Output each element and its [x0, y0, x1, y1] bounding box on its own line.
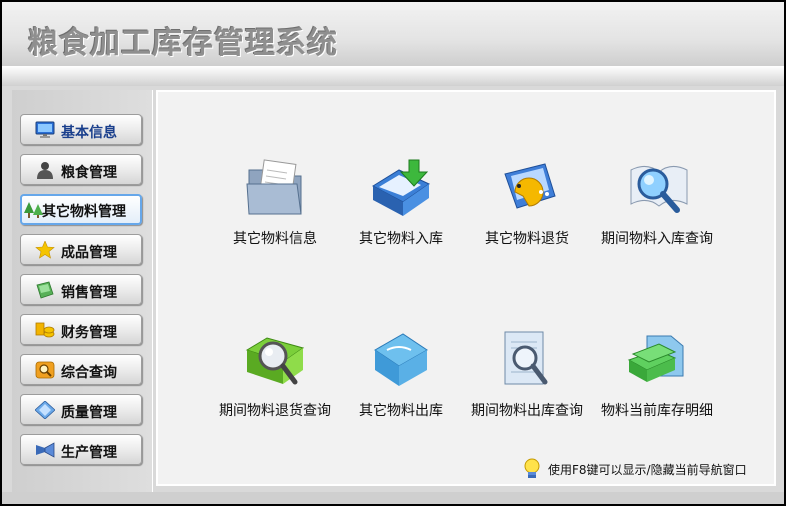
sidebar-item-label: 销售管理: [61, 285, 117, 301]
person-icon: [37, 162, 53, 179]
sidebar-item-label: 质量管理: [61, 405, 117, 421]
sidebar-item-label: 生产管理: [61, 445, 117, 461]
sidebar-item-grain[interactable]: 粮食管理: [20, 154, 142, 185]
sidebar-item-quality[interactable]: 质量管理: [20, 394, 142, 425]
sidebar-item-finance[interactable]: 财务管理: [20, 314, 142, 345]
sidebar-item-label: 其它物料管理: [42, 204, 126, 220]
tile-label: 物料当前库存明细: [601, 403, 713, 419]
tile-label: 期间物料入库查询: [601, 231, 713, 247]
hint-text: 使用F8键可以显示/隐藏当前导航窗口: [548, 463, 747, 477]
sidebar-item-label: 财务管理: [61, 325, 117, 341]
trees-icon: [24, 202, 43, 218]
magnifier-book-icon: [630, 166, 688, 213]
star-icon: [35, 241, 55, 259]
magnifier-page-icon: [504, 331, 548, 385]
sidebar-item-sales[interactable]: 销售管理: [20, 274, 142, 305]
magnifier-box-icon: [245, 337, 305, 385]
green-books-icon: [627, 335, 684, 382]
main-panel: 其它物料信息 其它物料入库 其它物料退货 期间物料入库查询 期间物料退货查询 其…: [156, 90, 776, 486]
monitor-icon: [35, 121, 55, 138]
sidebar-item-basic-info[interactable]: 基本信息: [20, 114, 142, 145]
header-divider: [2, 66, 784, 86]
header-banner: 粮食加工库存管理系统: [2, 2, 784, 86]
folder-document-icon: [246, 159, 302, 215]
sidebar-item-label: 粮食管理: [61, 165, 117, 181]
trumpet-icon: [36, 442, 55, 458]
coins-icon: [35, 322, 55, 338]
sidebar-item-query[interactable]: 综合查询: [20, 354, 142, 385]
app-title: 粮食加工库存管理系统: [28, 26, 338, 61]
app-window: 粮食加工库存管理系统 基本信息 粮食管理 其它物料管理 成品管理 销售管理 财务…: [2, 2, 784, 504]
tile-current-inventory-detail[interactable]: 物料当前库存明细: [592, 328, 722, 428]
blue-folder-icon: [374, 333, 428, 386]
note-icon: [36, 281, 54, 299]
bottom-bar: [2, 492, 784, 504]
app-frame: 粮食加工库存管理系统 基本信息 粮食管理 其它物料管理 成品管理 销售管理 财务…: [0, 0, 786, 506]
tile-period-inbound-query[interactable]: 期间物料入库查询: [592, 156, 722, 256]
sidebar-item-production[interactable]: 生产管理: [20, 434, 142, 465]
search-box-icon: [35, 361, 55, 379]
sidebar-item-label: 基本信息: [61, 125, 117, 141]
sidebar-item-label: 成品管理: [61, 245, 117, 261]
inbox-arrow-icon: [371, 159, 431, 216]
lightbulb-icon: [524, 458, 540, 478]
sidebar-item-other-materials[interactable]: 其它物料管理: [20, 194, 142, 225]
sidebar-item-products[interactable]: 成品管理: [20, 234, 142, 265]
sidebar: 基本信息 粮食管理 其它物料管理 成品管理 销售管理 财务管理 综合查询 质量管…: [12, 90, 153, 492]
diamond-icon: [35, 401, 55, 419]
pacman-folder-icon: [504, 163, 556, 209]
sidebar-item-label: 综合查询: [61, 365, 117, 381]
